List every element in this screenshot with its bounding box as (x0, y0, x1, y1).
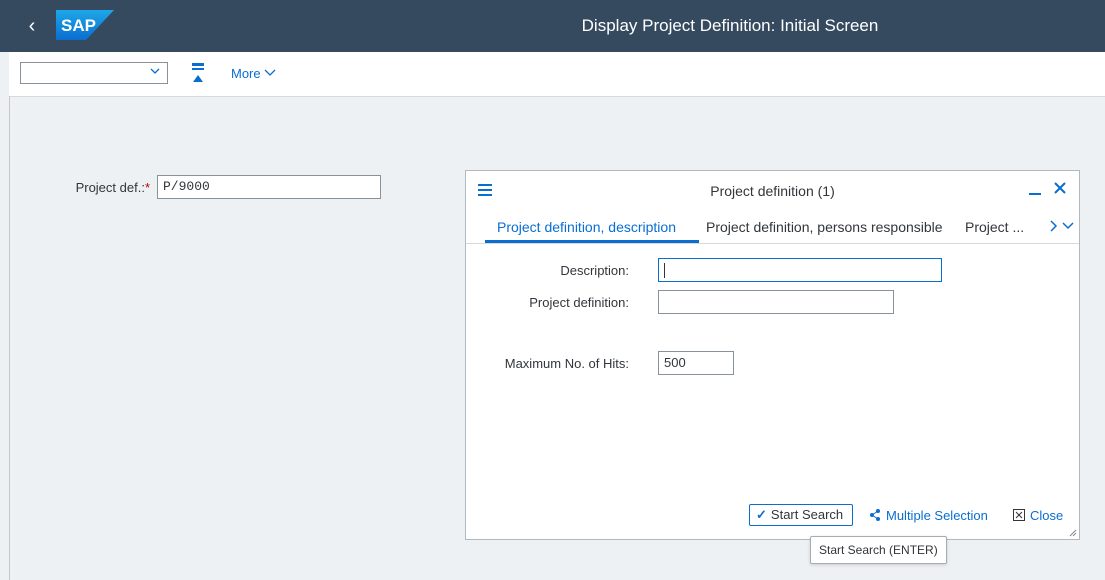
tab-project-more[interactable]: Project ... (965, 219, 1024, 235)
chevron-down-icon (1062, 222, 1074, 230)
chevron-right-icon (1050, 220, 1058, 232)
description-input[interactable] (658, 258, 942, 282)
chevron-down-icon (149, 65, 161, 80)
command-field[interactable] (20, 62, 168, 84)
start-search-label: Start Search (770, 507, 844, 522)
more-label: More (231, 66, 261, 81)
tab-overflow-nav[interactable] (1047, 219, 1077, 236)
tab-bar: Project definition, description Project … (466, 211, 1079, 244)
required-marker: * (144, 180, 150, 195)
multiple-selection-icon (870, 509, 880, 521)
close-button[interactable]: Close (1013, 508, 1063, 523)
start-search-button[interactable]: ✓ Start Search (749, 504, 853, 526)
shell-header: ‹ SAP Display Project Definition: Initia… (0, 0, 1105, 52)
active-tab-indicator (485, 240, 699, 243)
tab-description[interactable]: Project definition, description (497, 219, 676, 235)
resize-grip-icon[interactable] (1069, 529, 1077, 537)
content-border (9, 96, 10, 580)
sap-logo: SAP (56, 10, 114, 40)
close-box-icon (1013, 509, 1025, 521)
page-title: Display Project Definition: Initial Scre… (581, 16, 879, 35)
save-variant-icon[interactable] (190, 62, 206, 84)
search-help-dialog: Project definition (1) Project definitio… (465, 170, 1080, 540)
max-hits-label: Maximum No. of Hits: (504, 356, 629, 371)
back-button[interactable]: ‹ (18, 12, 46, 40)
project-def-label: Project def.:* (75, 180, 150, 195)
project-def-input[interactable]: P/9000 (157, 175, 381, 199)
project-definition-input[interactable] (658, 290, 894, 314)
description-label: Description: (560, 263, 629, 278)
tooltip: Start Search (ENTER) (810, 536, 947, 564)
close-icon[interactable] (1053, 181, 1067, 200)
toolbar: More (9, 52, 1105, 97)
dialog-header: Project definition (1) (466, 171, 1079, 211)
tab-persons-responsible[interactable]: Project definition, persons responsible (706, 219, 943, 235)
svg-text:SAP: SAP (61, 16, 96, 35)
checkmark-icon: ✓ (756, 507, 767, 522)
more-menu-button[interactable]: More (231, 66, 276, 81)
chevron-down-icon (264, 69, 276, 76)
multiple-selection-button[interactable]: Multiple Selection (868, 508, 988, 523)
dialog-title: Project definition (1) (710, 183, 835, 199)
multiple-selection-label: Multiple Selection (886, 508, 988, 523)
close-label: Close (1030, 508, 1064, 523)
minimize-icon[interactable] (1027, 179, 1043, 202)
project-definition-label: Project definition: (529, 295, 629, 310)
max-hits-input[interactable]: 500 (658, 351, 734, 375)
text-cursor (664, 263, 665, 279)
